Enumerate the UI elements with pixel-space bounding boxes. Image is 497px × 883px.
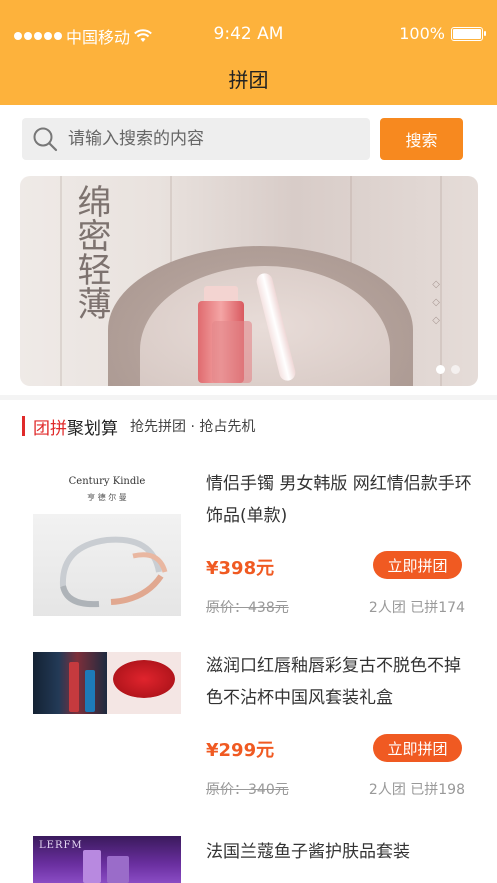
- search-field[interactable]: [22, 118, 370, 160]
- banner-decor-icon: ◇ ◇ ◇: [432, 279, 440, 326]
- bracelet-image: [59, 536, 168, 608]
- lip-gloss-reflection: [212, 321, 252, 383]
- search-button[interactable]: 搜索: [380, 118, 463, 160]
- search-icon: [33, 127, 58, 152]
- brand-subtext: 亨 德 尔 曼: [87, 493, 127, 502]
- banner-title: 绵密轻薄: [71, 184, 111, 320]
- section-title: 聚划算: [67, 418, 118, 439]
- section-accent-bar: [22, 416, 25, 436]
- product-price: ¥299元: [206, 740, 275, 761]
- product-price: ¥398元: [206, 558, 275, 579]
- status-bar: 中国移动 9:42 AM 100%: [0, 22, 497, 48]
- product-image[interactable]: [33, 652, 181, 714]
- group-buy-section: 团拼 聚划算 抢先拼团 · 抢占先机 Century Kindle 亨 德 尔 …: [0, 400, 497, 883]
- app-header: 中国移动 9:42 AM 100% 拼团: [0, 0, 497, 105]
- group-stats: 2人团 已拼198: [368, 782, 465, 798]
- page-title: 拼团: [228, 68, 269, 92]
- brand-logo: LERFM: [39, 840, 83, 851]
- pager-dot[interactable]: [451, 365, 460, 374]
- product-name[interactable]: 滋润口红唇釉唇彩复古不脱色不掉色不沾杯中国风套装礼盒: [206, 650, 476, 714]
- banner-pager[interactable]: [436, 365, 460, 374]
- pager-dot-active[interactable]: [436, 365, 445, 374]
- battery-icon: [451, 26, 486, 41]
- section-title-red: 团拼: [33, 418, 67, 439]
- join-group-buy-button[interactable]: 立即拼团: [373, 551, 462, 579]
- promo-banner[interactable]: 绵密轻薄 ◇ ◇ ◇: [20, 176, 478, 386]
- group-stats: 2人团 已拼174: [368, 600, 465, 616]
- product-image[interactable]: Century Kindle 亨 德 尔 曼: [33, 470, 181, 616]
- original-price: 原价：438元: [206, 600, 289, 616]
- search-and-banner: 搜索 绵密轻薄 ◇◇◇: [0, 105, 497, 395]
- search-input[interactable]: [68, 129, 348, 149]
- brand-logo: Century Kindle: [68, 476, 146, 487]
- join-group-buy-button[interactable]: 立即拼团: [373, 734, 462, 762]
- battery-percent: 100%: [399, 24, 445, 43]
- product-image[interactable]: LERFM: [33, 836, 181, 883]
- product-name[interactable]: 情侣手镯 男女韩版 网红情侣款手环饰品(单款): [206, 468, 476, 532]
- product-name[interactable]: 法国兰蔻鱼子酱护肤品套装: [206, 836, 476, 868]
- original-price: 原价：340元: [206, 782, 289, 798]
- section-subtitle: 抢先拼团 · 抢占先机: [130, 419, 256, 435]
- section-header: 团拼 聚划算 抢先拼团 · 抢占先机: [22, 415, 256, 439]
